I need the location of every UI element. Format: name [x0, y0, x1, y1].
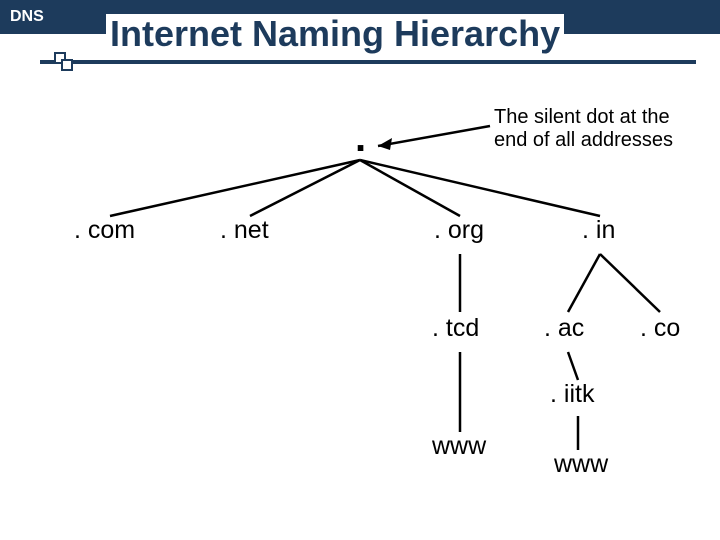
- node-www-tcd: www: [432, 432, 486, 461]
- node-com: . com: [74, 216, 135, 245]
- header-label: DNS: [10, 8, 44, 26]
- diagram-canvas: . The silent dot at the end of all addre…: [0, 64, 720, 504]
- node-org: . org: [434, 216, 484, 245]
- node-iitk: . iitk: [550, 380, 594, 409]
- annotation-line2: end of all addresses: [494, 129, 673, 151]
- node-net: . net: [220, 216, 269, 245]
- root-annotation: The silent dot at the end of all address…: [494, 106, 673, 152]
- node-www-iitk: www: [554, 450, 608, 479]
- annotation-line1: The silent dot at the: [494, 106, 670, 128]
- node-in: . in: [582, 216, 615, 245]
- node-co: . co: [640, 314, 680, 343]
- node-tcd: . tcd: [432, 314, 479, 343]
- page-title: Internet Naming Hierarchy: [106, 14, 564, 54]
- node-root-dot: .: [355, 116, 366, 161]
- node-ac: . ac: [544, 314, 584, 343]
